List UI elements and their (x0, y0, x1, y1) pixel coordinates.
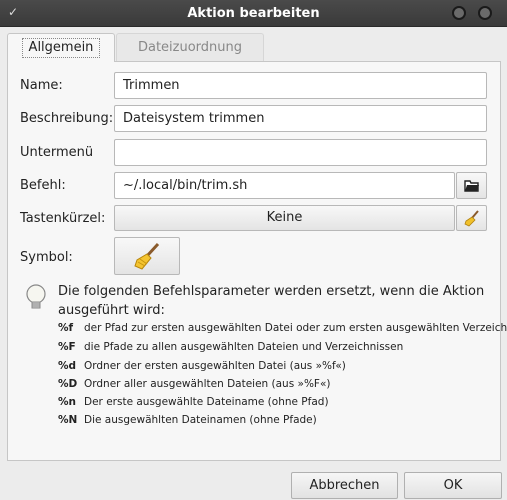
param-row: %F die Pfade zu allen ausgewählten Dateie… (58, 341, 403, 353)
param-row: %N Die ausgewählten Dateinamen (ohne Pfad… (58, 414, 317, 426)
param-key: %F (58, 341, 76, 353)
tab-label: Allgemein (21, 38, 101, 58)
browse-button[interactable] (456, 172, 487, 199)
name-field[interactable]: Trimmen (114, 72, 487, 99)
param-key: %f (58, 322, 74, 334)
ok-button[interactable]: OK (404, 472, 502, 499)
window-title: Aktion bearbeiten (187, 6, 320, 21)
submenu-label: Untermenü (20, 145, 94, 160)
dialog-footer: Abbrechen OK (0, 468, 507, 500)
tab-dateizuordnung[interactable]: Dateizuordnung (116, 33, 264, 62)
description-field[interactable]: Dateisystem trimmen (114, 105, 487, 132)
minimize-button[interactable] (452, 6, 466, 20)
param-key: %n (58, 396, 76, 408)
param-row: %d Ordner der ersten ausgewählten Datei (… (58, 360, 346, 372)
param-row: %D Ordner aller ausgewählten Dateien (aus… (58, 378, 330, 390)
broom-icon (134, 242, 160, 270)
param-row: %f der Pfad zur ersten ausgewählten Datei… (58, 322, 507, 334)
command-label: Befehl: (20, 178, 66, 193)
tab-label: Dateizuordnung (137, 40, 243, 55)
icon-label: Symbol: (20, 250, 73, 265)
param-key: %N (58, 414, 78, 426)
shortcut-label: Tastenkürzel: (20, 211, 106, 226)
clear-shortcut-button[interactable] (456, 205, 487, 231)
shortcut-button[interactable]: Keine (114, 205, 455, 231)
cancel-button[interactable]: Abbrechen (291, 472, 398, 499)
param-desc: Der erste ausgewählte Dateiname (ohne Pf… (84, 396, 329, 408)
command-field[interactable]: ~/.local/bin/trim.sh (114, 172, 455, 199)
param-row: %n Der erste ausgewählte Dateiname (ohne … (58, 396, 329, 408)
broom-icon (464, 210, 479, 227)
param-key: %d (58, 360, 77, 372)
tab-allgemein[interactable]: Allgemein (7, 33, 115, 62)
close-button[interactable] (478, 6, 492, 20)
submenu-field[interactable] (114, 139, 487, 166)
symbol-button[interactable] (114, 237, 180, 275)
title-bar: ✓ Aktion bearbeiten (0, 0, 507, 27)
param-desc: Ordner der ersten ausgewählten Datei (au… (84, 360, 346, 372)
open-folder-icon (463, 180, 479, 192)
description-label: Beschreibung: (20, 111, 114, 126)
param-desc: der Pfad zur ersten ausgewählten Datei o… (84, 322, 507, 334)
name-label: Name: (20, 78, 63, 93)
param-key: %D (58, 378, 78, 390)
tab-bar: Allgemein Dateizuordnung (7, 33, 501, 62)
param-desc: Die ausgewählten Dateinamen (ohne Pfade) (84, 414, 317, 426)
parameter-info-text: Die folgenden Befehlsparameter werden er… (58, 284, 485, 318)
param-desc: Ordner aller ausgewählten Dateien (aus »… (84, 378, 331, 390)
lightbulb-icon (26, 284, 46, 309)
param-desc: die Pfade zu allen ausgewählten Dateien … (84, 341, 404, 353)
